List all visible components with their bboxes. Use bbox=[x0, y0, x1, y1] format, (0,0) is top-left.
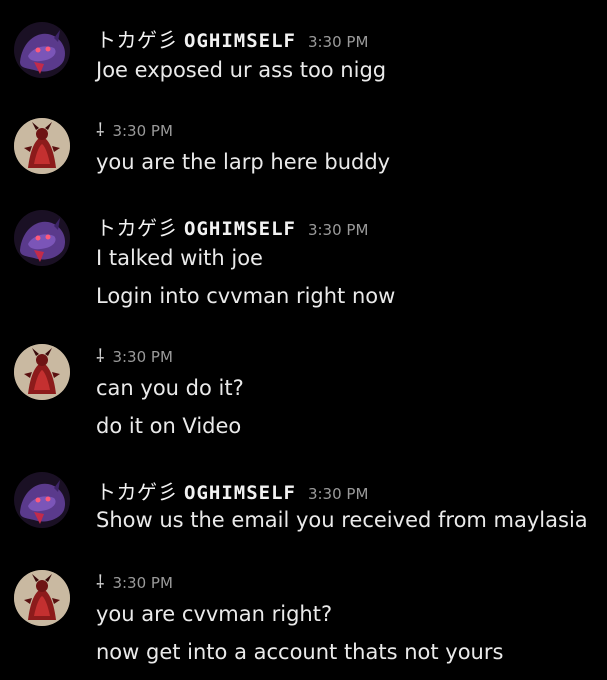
purple-creature-icon bbox=[14, 472, 70, 528]
author-name[interactable]: トカゲ彡 OGHIMSELF bbox=[96, 476, 296, 505]
purple-creature-avatar[interactable] bbox=[14, 210, 70, 266]
author-name[interactable]: ⸸ bbox=[96, 570, 104, 594]
red-demon-icon bbox=[14, 570, 70, 626]
purple-creature-avatar[interactable] bbox=[14, 472, 70, 528]
timestamp: 3:30 PM bbox=[112, 574, 173, 592]
message-header: ⸸ 3:30 PM bbox=[96, 118, 173, 146]
author-name-styled: OGHIMSELF bbox=[184, 218, 296, 240]
timestamp: 3:30 PM bbox=[307, 485, 369, 503]
message-text: Show us the email you received from mayl… bbox=[96, 508, 588, 532]
author-name[interactable]: トカゲ彡 OGHIMSELF bbox=[96, 212, 296, 241]
purple-creature-avatar[interactable] bbox=[14, 22, 70, 78]
red-demon-avatar[interactable] bbox=[14, 344, 70, 400]
red-demon-avatar[interactable] bbox=[14, 570, 70, 626]
message-text: can you do it? bbox=[96, 376, 244, 400]
author-name-styled: OGHIMSELF bbox=[184, 30, 296, 52]
purple-creature-icon bbox=[14, 22, 70, 78]
message-text: now get into a account thats not yours bbox=[96, 640, 504, 664]
message-text: you are cvvman right? bbox=[96, 602, 333, 626]
purple-creature-icon bbox=[14, 210, 70, 266]
red-demon-avatar[interactable] bbox=[14, 118, 70, 174]
author-name[interactable]: トカゲ彡 OGHIMSELF bbox=[96, 24, 296, 53]
message-header: ⸸ 3:30 PM bbox=[96, 570, 173, 598]
message-header: トカゲ彡 OGHIMSELF 3:30 PM bbox=[96, 476, 368, 504]
red-demon-icon bbox=[14, 118, 70, 174]
message-text: Login into cvvman right now bbox=[96, 284, 396, 308]
message-text: Joe exposed ur ass too nigg bbox=[96, 58, 387, 82]
author-prefix: トカゲ彡 bbox=[96, 28, 178, 52]
message-header: トカゲ彡 OGHIMSELF 3:30 PM bbox=[96, 212, 368, 240]
author-prefix: トカゲ彡 bbox=[96, 480, 178, 504]
chat-log: トカゲ彡 OGHIMSELF 3:30 PM Joe exposed ur ass… bbox=[0, 0, 607, 680]
author-name[interactable]: ⸸ bbox=[96, 118, 104, 142]
message-header: トカゲ彡 OGHIMSELF 3:30 PM bbox=[96, 24, 368, 52]
message-text: I talked with joe bbox=[96, 246, 263, 270]
timestamp: 3:30 PM bbox=[112, 348, 173, 366]
author-prefix: トカゲ彡 bbox=[96, 216, 178, 240]
timestamp: 3:30 PM bbox=[112, 122, 173, 140]
author-name[interactable]: ⸸ bbox=[96, 344, 104, 368]
red-demon-icon bbox=[14, 344, 70, 400]
message-text: you are the larp here buddy bbox=[96, 150, 391, 174]
message-header: ⸸ 3:30 PM bbox=[96, 344, 173, 372]
timestamp: 3:30 PM bbox=[307, 221, 369, 239]
timestamp: 3:30 PM bbox=[307, 33, 369, 51]
message-text: do it on Video bbox=[96, 414, 242, 438]
author-name-styled: OGHIMSELF bbox=[184, 482, 296, 504]
